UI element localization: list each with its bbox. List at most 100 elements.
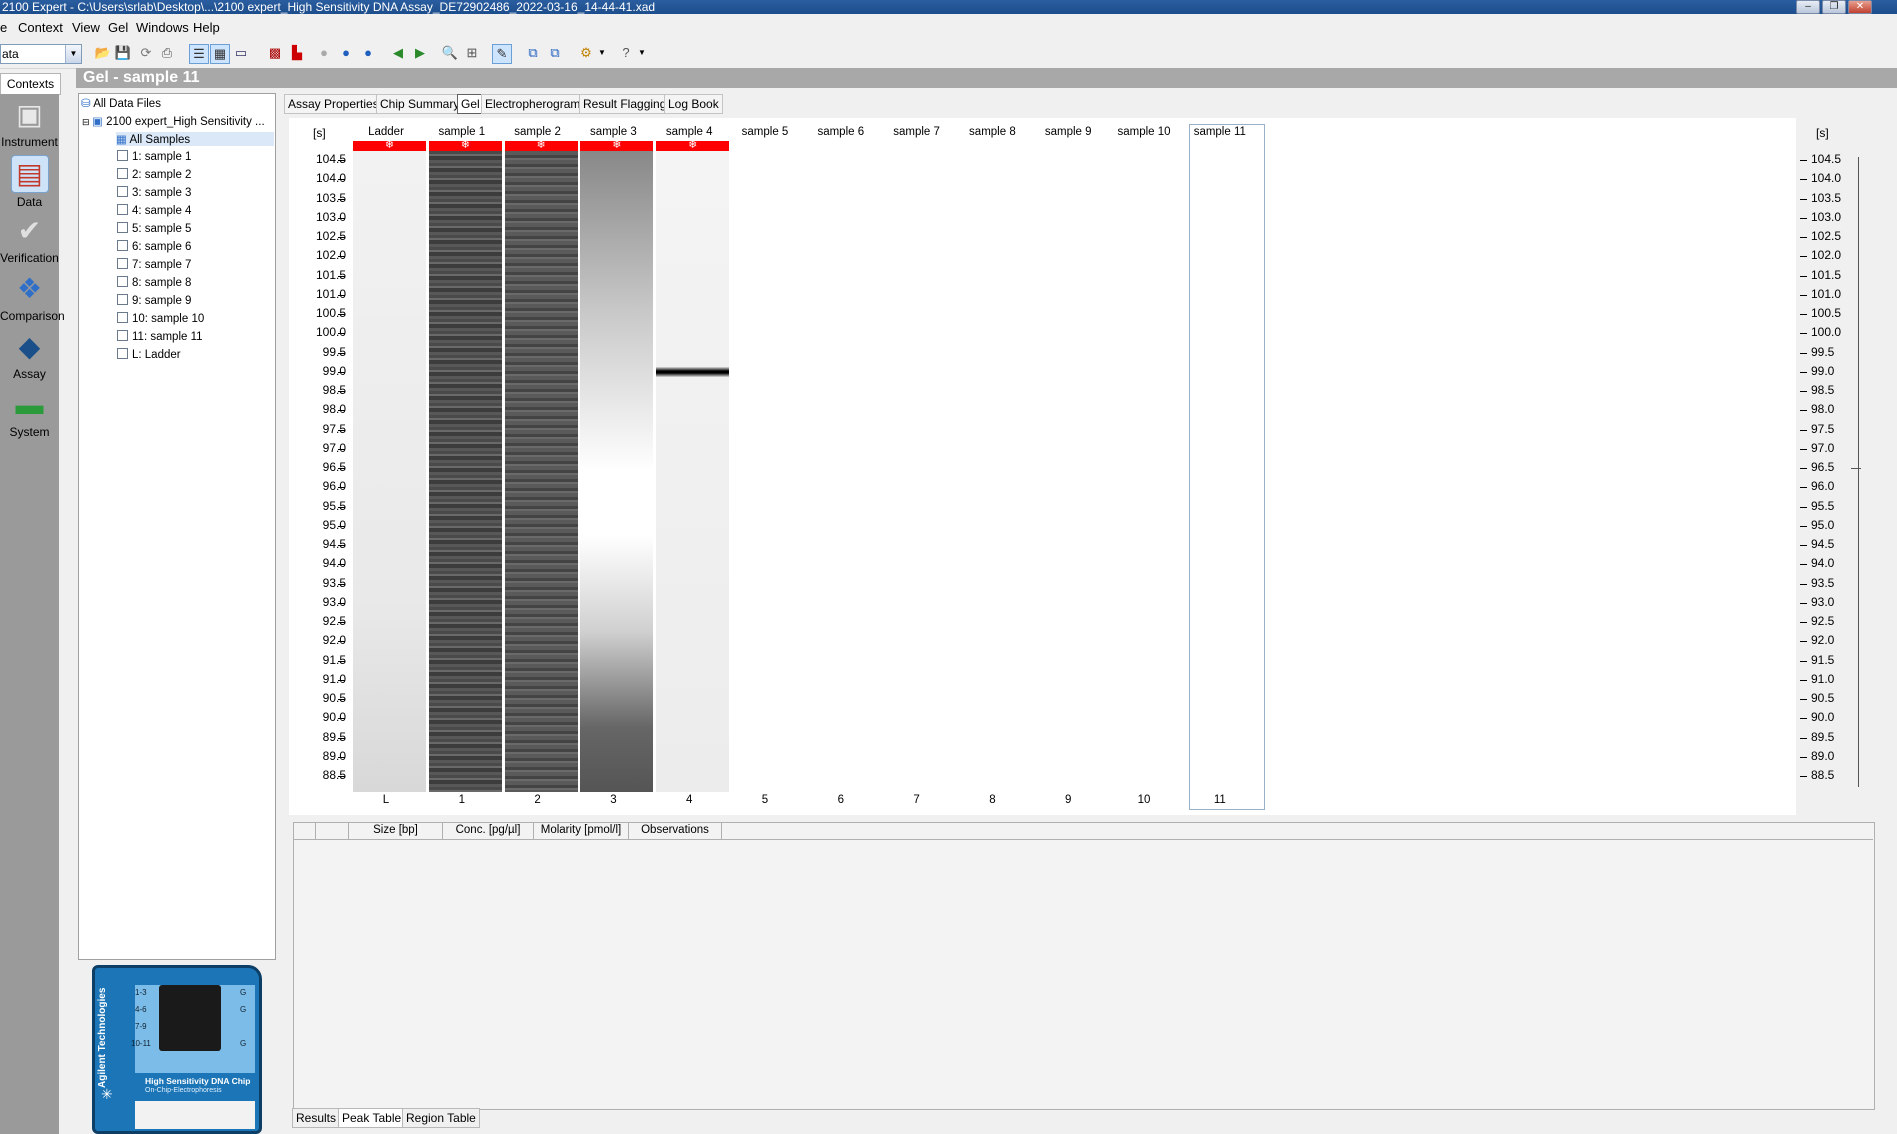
zoom-fit-icon[interactable]: ⊞	[463, 44, 481, 62]
tree-item[interactable]: 2: sample 2	[117, 168, 191, 181]
lane-header[interactable]: sample 2	[500, 126, 576, 138]
back-icon[interactable]: ◀	[389, 44, 407, 62]
checkbox[interactable]	[117, 276, 128, 287]
lane-header[interactable]: sample 1	[424, 126, 500, 138]
checkbox[interactable]	[117, 348, 128, 359]
column-header[interactable]	[293, 822, 316, 839]
checkbox[interactable]	[117, 240, 128, 251]
forward-icon[interactable]: ▶	[411, 44, 429, 62]
lane-header[interactable]: sample 3	[575, 126, 651, 138]
tab-results[interactable]: Results	[292, 1108, 341, 1128]
menu-windows[interactable]: Windows	[136, 20, 189, 35]
tree-item[interactable]: 9: sample 9	[117, 294, 191, 307]
checkbox[interactable]	[117, 186, 128, 197]
lane-header[interactable]: sample 9	[1030, 126, 1106, 138]
tree-item[interactable]: 5: sample 5	[117, 222, 191, 235]
export-icon[interactable]: ⧉	[524, 44, 542, 62]
lane-header[interactable]: sample 10	[1106, 126, 1182, 138]
tree-item[interactable]: 1: sample 1	[117, 150, 191, 163]
checkbox[interactable]	[117, 204, 128, 215]
panel-view-icon[interactable]: ▭	[232, 44, 250, 62]
grid-icon[interactable]: ▩	[266, 44, 284, 62]
context-system[interactable]: ▬ System	[0, 387, 59, 439]
checkbox[interactable]	[117, 222, 128, 233]
tab-chip-summary[interactable]: Chip Summary	[376, 94, 464, 114]
minimize-button[interactable]: –	[1796, 0, 1820, 14]
close-button[interactable]: ✕	[1848, 0, 1872, 14]
zoom-icon[interactable]: 🔍	[441, 44, 459, 62]
checkbox[interactable]	[117, 294, 128, 305]
lane-header[interactable]: sample 7	[879, 126, 955, 138]
context-assay[interactable]: ◆ Assay	[0, 329, 59, 381]
lane-header[interactable]: sample 4	[651, 126, 727, 138]
checkbox[interactable]	[117, 258, 128, 269]
menu-file[interactable]: e	[0, 20, 7, 35]
open-icon[interactable]: 📂	[94, 44, 112, 62]
menu-view[interactable]: View	[72, 20, 100, 35]
tree-item[interactable]: 3: sample 3	[117, 186, 191, 199]
lane-header[interactable]: sample 5	[727, 126, 803, 138]
checkbox[interactable]	[117, 150, 128, 161]
save-icon[interactable]: 💾	[114, 44, 132, 62]
lane-header[interactable]: sample 6	[803, 126, 879, 138]
tab-gel[interactable]: Gel	[457, 94, 484, 114]
gel-lane[interactable]	[580, 151, 654, 792]
gel-lane[interactable]	[428, 151, 502, 792]
play-icon[interactable]: ●	[315, 44, 333, 62]
tree-file[interactable]: ⊟ ▣ 2100 expert_High Sensitivity ...	[82, 114, 265, 128]
tab-peak-table[interactable]: Peak Table	[338, 1108, 406, 1128]
context-comparison[interactable]: ❖ Comparison	[0, 271, 65, 323]
settings-icon[interactable]: ✎	[492, 44, 512, 64]
gel-lane[interactable]	[504, 151, 578, 792]
column-header-observations[interactable]: Observations	[629, 822, 722, 839]
lane-header[interactable]: sample 8	[954, 126, 1030, 138]
peak-table[interactable]	[293, 822, 1875, 1110]
tree-item[interactable]: 11: sample 11	[117, 330, 203, 343]
tab-log-book[interactable]: Log Book	[664, 94, 723, 114]
gel-lane[interactable]	[353, 151, 426, 792]
tree-root[interactable]: ⛁ All Data Files	[81, 96, 161, 110]
refresh-icon[interactable]: ⟳	[137, 44, 155, 62]
stop-icon[interactable]: ●	[359, 44, 377, 62]
chevron-down-icon[interactable]: ▼	[65, 45, 81, 63]
chevron-down-icon[interactable]: ▼	[593, 44, 611, 62]
tab-assay-properties[interactable]: Assay Properties	[284, 94, 383, 114]
chevron-down-icon[interactable]: ▼	[633, 44, 651, 62]
scroll-thumb[interactable]	[1851, 468, 1861, 469]
checkbox[interactable]	[117, 168, 128, 179]
column-header-size[interactable]: Size [bp]	[349, 822, 443, 839]
tree-item[interactable]: 7: sample 7	[117, 258, 191, 271]
tree-all-samples[interactable]: ▦ All Samples	[116, 132, 274, 146]
tab-region-table[interactable]: Region Table	[402, 1108, 480, 1128]
checkbox[interactable]	[117, 312, 128, 323]
compare-icon[interactable]: ⧉	[546, 44, 564, 62]
column-header[interactable]	[316, 822, 349, 839]
restore-button[interactable]: ❐	[1822, 0, 1846, 14]
gel-lane[interactable]	[656, 151, 730, 792]
menu-help[interactable]: Help	[193, 20, 220, 35]
context-instrument[interactable]: ▣ Instrument	[0, 97, 59, 149]
column-header-molarity[interactable]: Molarity [pmol/l]	[534, 822, 629, 839]
gel-view-icon[interactable]: ▦	[210, 44, 230, 64]
tree-item[interactable]: 8: sample 8	[117, 276, 191, 289]
menu-context[interactable]: Context	[18, 20, 63, 35]
pause-icon[interactable]: ●	[337, 44, 355, 62]
checkbox[interactable]	[117, 330, 128, 341]
tree-item[interactable]: L: Ladder	[117, 348, 181, 361]
context-data[interactable]: ▤ Data	[0, 155, 59, 209]
context-combo[interactable]: ata ▼	[0, 44, 82, 64]
tree-item[interactable]: 6: sample 6	[117, 240, 191, 253]
tab-result-flagging[interactable]: Result Flagging	[579, 94, 671, 114]
tab-electropherogram[interactable]: Electropherogram	[481, 94, 585, 114]
right-axis-tick: 97.5	[1811, 421, 1835, 436]
gel-scrollbar[interactable]	[1858, 157, 1859, 787]
column-header-conc[interactable]: Conc. [pg/µl]	[443, 822, 534, 839]
chart-icon[interactable]: ▙	[288, 44, 306, 62]
tree-item[interactable]: 10: sample 10	[117, 312, 204, 325]
tree-item[interactable]: 4: sample 4	[117, 204, 191, 217]
menu-gel[interactable]: Gel	[108, 20, 128, 35]
tree-view-icon[interactable]: ☰	[189, 44, 209, 64]
print-icon[interactable]: ⎙	[158, 44, 176, 62]
context-verification[interactable]: ✔ Verification	[0, 213, 59, 265]
lane-header[interactable]: Ladder	[348, 126, 424, 138]
